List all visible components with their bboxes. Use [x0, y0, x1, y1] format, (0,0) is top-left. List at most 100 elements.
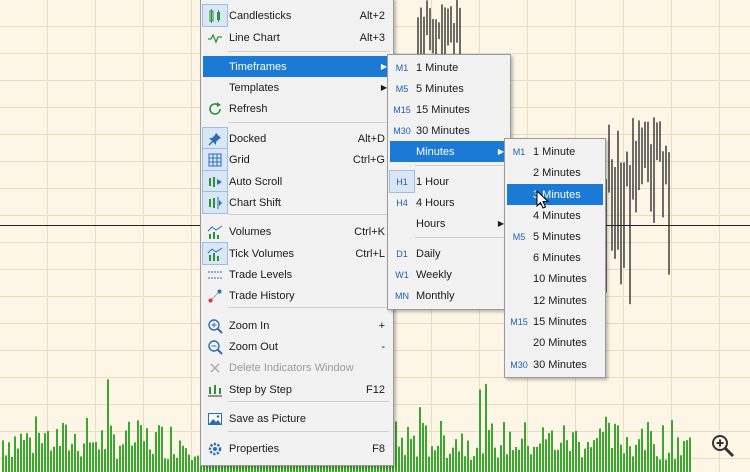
volume-bar — [5, 455, 7, 472]
volume-bar — [638, 439, 640, 472]
zoom-in-icon — [203, 315, 227, 336]
volume-bar — [620, 444, 622, 472]
menu-item-step-by-step[interactable]: Step by Step F12 — [203, 379, 391, 400]
menu-item-auto-scroll[interactable]: Auto Scroll — [202, 170, 391, 193]
volume-bar — [440, 420, 442, 472]
volume-bar — [41, 443, 43, 472]
volume-bar — [500, 445, 502, 472]
minutes-10-minutes[interactable]: 10 Minutes — [507, 268, 603, 289]
volume-bar — [62, 422, 64, 472]
menu-item-tick-volumes[interactable]: Tick Volumes Ctrl+L — [202, 242, 391, 265]
menu-item-docked[interactable]: Docked Alt+D — [202, 127, 391, 150]
volume-bar — [527, 445, 529, 472]
timeframe-minutes[interactable]: Minutes ▶ — [390, 141, 508, 162]
menu-item-templates[interactable]: Templates ▶ — [203, 77, 391, 98]
line-chart-icon — [203, 27, 227, 48]
timeframe-1-hour[interactable]: H1 1 Hour — [389, 170, 508, 193]
timeframe-daily[interactable]: D1 Daily — [390, 243, 508, 264]
menu-item-label: 12 Minutes — [533, 294, 587, 307]
minutes-30-minutes[interactable]: M30 30 Minutes — [507, 354, 603, 375]
menu-item-candlesticks[interactable]: Candlesticks Alt+2 — [202, 4, 391, 27]
volume-bar — [464, 456, 466, 472]
minutes-5-minutes[interactable]: M5 5 Minutes — [507, 226, 603, 247]
menu-item-chart-shift[interactable]: Chart Shift — [202, 191, 391, 214]
volume-bar — [572, 432, 574, 472]
volume-bar — [26, 433, 28, 472]
menu-item-label: Templates — [229, 81, 280, 94]
volume-bar — [473, 456, 475, 472]
empty-icon-slot — [203, 56, 227, 77]
volume-bar — [539, 443, 541, 472]
menu-item-delete-indicators-window: Delete Indicators Window — [203, 357, 391, 378]
menu-item-save-as-picture[interactable]: Save as Picture — [203, 408, 391, 429]
menu-separator — [228, 307, 389, 308]
magnifier-zoom-icon[interactable] — [710, 433, 736, 459]
timeframe-monthly[interactable]: MN Monthly — [390, 285, 508, 306]
volume-bar — [623, 453, 625, 472]
volume-bar — [149, 449, 151, 472]
volume-bar — [164, 458, 166, 472]
volume-bar — [506, 454, 508, 472]
menu-item-label: Docked — [229, 132, 267, 145]
volume-bar — [86, 417, 88, 472]
volume-bar — [608, 422, 610, 472]
minutes-2-minutes[interactable]: 2 Minutes — [507, 162, 603, 183]
menu-item-grid[interactable]: Grid Ctrl+G — [202, 148, 391, 171]
minutes-20-minutes[interactable]: 20 Minutes — [507, 332, 603, 353]
volume-bar — [542, 427, 544, 472]
volume-bar — [47, 430, 49, 472]
volume-bar — [470, 459, 472, 472]
volume-bar — [644, 450, 646, 472]
timeframe-1-minute[interactable]: M1 1 Minute — [390, 57, 508, 78]
timeframe-30-minutes[interactable]: M30 30 Minutes — [390, 120, 508, 141]
volume-bar — [686, 440, 688, 472]
timeframe-hours[interactable]: Hours ▶ — [390, 213, 508, 234]
timeframe-weekly[interactable]: W1 Weekly — [390, 264, 508, 285]
empty-icon-slot — [507, 162, 531, 183]
volume-bar — [413, 435, 415, 472]
menu-item-refresh[interactable]: Refresh — [203, 98, 391, 119]
menu-item-trade-history[interactable]: Trade History — [203, 285, 391, 306]
volume-bar — [626, 437, 628, 472]
menu-item-volumes[interactable]: Volumes Ctrl+K — [203, 221, 391, 242]
volume-bar — [650, 431, 652, 472]
volume-bar — [434, 450, 436, 472]
menu-item-zoom-in[interactable]: Zoom In + — [203, 315, 391, 336]
timeframe-tag: H1 — [389, 170, 415, 193]
volume-bar — [197, 455, 199, 472]
minutes-3-minutes[interactable]: 3 Minutes — [507, 184, 603, 205]
volume-bar — [566, 440, 568, 472]
menu-item-properties[interactable]: Properties F8 — [203, 438, 391, 459]
minutes-6-minutes[interactable]: 6 Minutes — [507, 247, 603, 268]
menu-item-label: 10 Minutes — [533, 272, 587, 285]
volume-bar — [545, 439, 547, 472]
volume-bar — [173, 454, 175, 472]
minutes-12-minutes[interactable]: 12 Minutes — [507, 290, 603, 311]
volume-bar — [563, 425, 565, 472]
volume-bar — [554, 449, 556, 472]
menu-item-label: Line Chart — [229, 31, 280, 44]
minutes-1-minute[interactable]: M1 1 Minute — [507, 141, 603, 162]
chart-shift-icon — [202, 191, 228, 214]
menu-item-label: Hours — [416, 217, 446, 230]
volume-bar — [65, 424, 67, 472]
shortcut-text: Ctrl+K — [354, 225, 385, 238]
menu-item-label: 1 Hour — [416, 175, 450, 188]
volume-bar — [146, 428, 148, 472]
minutes-15-minutes[interactable]: M15 15 Minutes — [507, 311, 603, 332]
minutes-4-minutes[interactable]: 4 Minutes — [507, 205, 603, 226]
volume-bar — [584, 448, 586, 472]
menu-item-trade-levels[interactable]: Trade Levels — [203, 264, 391, 285]
menu-item-label: 30 Minutes — [533, 358, 587, 371]
menu-item-zoom-out[interactable]: Zoom Out - — [203, 336, 391, 357]
volume-bar — [98, 449, 100, 472]
volume-bar — [557, 449, 559, 472]
menu-item-timeframes[interactable]: Timeframes ▶ — [203, 56, 391, 77]
timeframe-5-minutes[interactable]: M5 5 Minutes — [390, 78, 508, 99]
empty-icon-slot — [507, 205, 531, 226]
volume-bar — [590, 447, 592, 472]
timeframe-4-hours[interactable]: H4 4 Hours — [390, 192, 508, 213]
menu-item-line-chart[interactable]: Line Chart Alt+3 — [203, 27, 391, 48]
timeframe-15-minutes[interactable]: M15 15 Minutes — [390, 99, 508, 120]
volume-bar — [128, 421, 130, 472]
